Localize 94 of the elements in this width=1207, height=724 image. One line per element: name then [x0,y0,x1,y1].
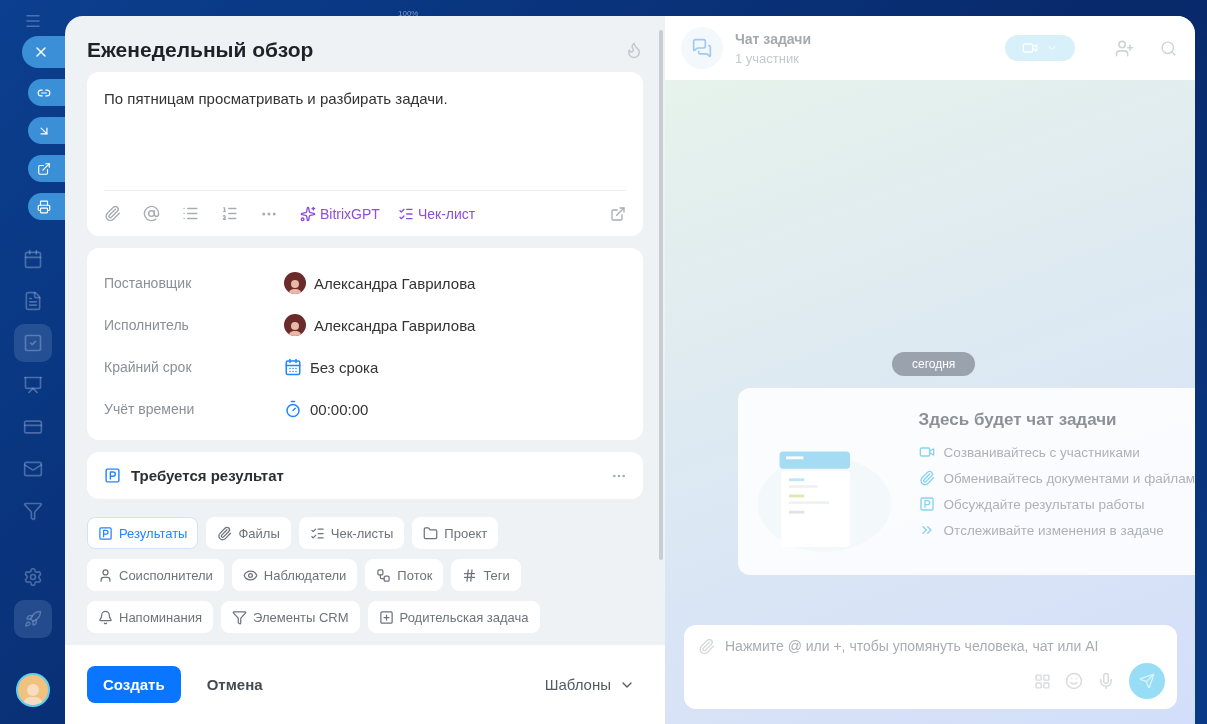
presentation-icon [22,375,43,395]
user-avatar[interactable] [15,673,50,707]
create-button[interactable]: Создать [87,666,181,703]
camera-icon [1022,40,1038,56]
print-button[interactable] [28,193,65,220]
field-value[interactable]: 00:00:00 [310,400,369,418]
bell-icon [98,609,113,625]
plus-square-icon [378,609,394,625]
video-call-button[interactable] [1005,35,1075,61]
result-icon [98,525,113,541]
result-icon [104,467,121,484]
cancel-button[interactable]: Отмена [192,666,277,703]
hash-icon [462,567,478,583]
field-value[interactable]: Александра Гаврилова [314,274,476,292]
chat-avatar [681,27,723,69]
zoom-level: 100% [398,9,419,18]
section-chip[interactable]: Напоминания [87,601,213,633]
funnel-icon [22,501,43,521]
link-button[interactable] [28,79,65,106]
eye-icon [242,567,258,583]
section-chip[interactable]: Соисполнители [87,559,224,591]
section-chip[interactable]: Результаты [87,517,199,549]
sparkle-icon [300,205,316,222]
result-label: Требуется результат [131,467,285,484]
field-value[interactable]: Александра Гаврилова [314,316,476,334]
mail-icon [22,459,43,479]
avatar [284,314,306,336]
send-icon [1139,673,1155,689]
feature-text: Обменивайтесь документами и файлам [943,470,1195,486]
feature-text: Созванивайтесь с участниками [943,444,1140,460]
avatar [284,272,306,294]
apps-icon[interactable] [1034,672,1051,690]
section-chip[interactable]: Поток [365,559,444,591]
chat-title: Чат задачи [735,30,812,47]
printer-icon [36,199,51,214]
calendar-icon [284,358,302,376]
bulleted-list-icon[interactable] [182,205,199,222]
attach-icon[interactable] [698,637,715,655]
section-chip[interactable]: Элементы CRM [221,601,360,633]
field-label: Постановщик [104,275,193,291]
funnel-icon [232,609,247,625]
menu-icon[interactable] [23,12,42,30]
section-chip[interactable]: Файлы [206,517,291,549]
flow-icon [376,567,392,583]
flame-icon[interactable] [625,41,643,59]
open-external-button[interactable] [28,155,65,182]
section-chip[interactable]: Родительская задача [367,601,540,633]
mention-icon[interactable] [143,205,160,222]
add-user-icon[interactable] [1115,38,1134,58]
task-title: Еженедельный обзор [87,38,314,62]
sidebar-item[interactable] [13,324,52,362]
section-chip[interactable]: Проект [412,517,499,549]
card-icon [22,417,43,437]
external-link-icon [36,161,51,176]
empty-chat-title: Здесь будет чат задачи [918,410,1118,430]
emoji-icon[interactable] [1065,672,1083,690]
close-button[interactable] [22,36,65,68]
chat-subtitle: 1 участник [735,50,800,66]
send-button[interactable] [1129,663,1165,699]
templates-button[interactable]: Шаблоны [536,676,643,693]
field-label: Крайний срок [104,359,193,375]
scrollbar[interactable] [659,30,663,560]
sidebar-item[interactable] [13,600,52,638]
microphone-icon[interactable] [1097,672,1115,690]
camera-icon [918,444,935,460]
paperclip-icon [918,470,935,486]
result-icon [918,496,935,512]
field-label: Исполнитель [104,317,190,333]
field-value[interactable]: Без срока [310,358,379,376]
checkbox-icon [22,333,43,353]
gear-icon [22,567,43,587]
numbered-list-icon[interactable] [221,205,238,222]
field-label: Учёт времени [104,401,196,417]
rocket-icon [23,610,42,628]
person-icon [98,567,113,583]
section-chip[interactable]: Чек-листы [298,517,405,549]
checklist-icon [309,525,325,541]
search-icon[interactable] [1160,39,1177,57]
open-external-icon[interactable] [610,205,626,222]
section-chip[interactable]: Наблюдатели [231,559,358,591]
message-input[interactable]: Нажмите @ или +, чтобы упомянуть человека, чат или AI [723,637,1165,655]
section-chip[interactable]: Теги [451,559,521,591]
calendar-icon [22,249,43,269]
arrow-button[interactable] [28,117,65,144]
feature-text: Обсуждайте результаты работы [943,496,1145,512]
stopwatch-icon [284,400,302,418]
checklist-button[interactable]: Чек-лист [397,205,476,222]
date-divider: сегодня [892,352,976,376]
attach-icon[interactable] [104,205,121,222]
feature-text: Отслеживайте изменения в задаче [943,522,1164,538]
task-description[interactable]: По пятницам просматривать и разбирать задачи. [87,72,643,190]
folder-icon [423,525,439,541]
ai-button[interactable]: BitrixGPT [300,205,380,222]
paperclip-icon [217,525,233,541]
